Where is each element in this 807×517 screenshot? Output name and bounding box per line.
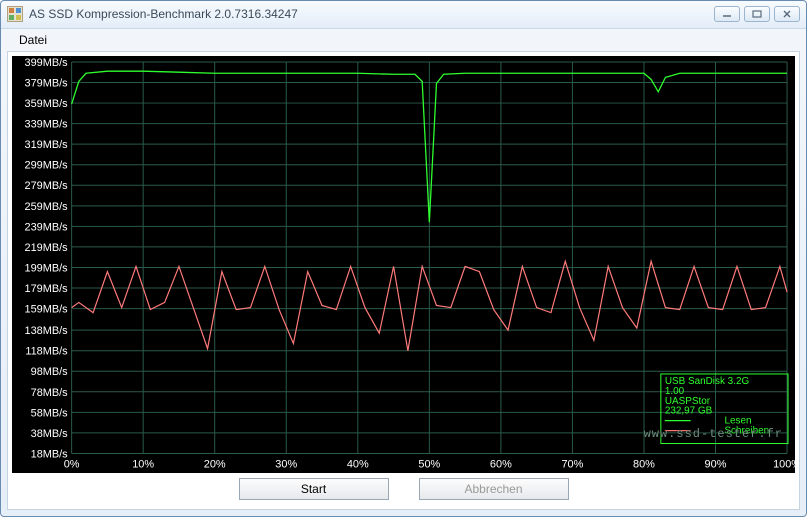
svg-text:10%: 10% (132, 458, 154, 470)
svg-text:40%: 40% (347, 458, 369, 470)
svg-text:Schreiben: Schreiben (724, 425, 769, 436)
menubar: Datei (1, 29, 806, 51)
svg-text:359MB/s: 359MB/s (25, 98, 69, 110)
titlebar: AS SSD Kompression-Benchmark 2.0.7316.34… (1, 1, 806, 29)
svg-text:239MB/s: 239MB/s (25, 221, 69, 233)
start-button[interactable]: Start (239, 478, 389, 500)
svg-text:30%: 30% (275, 458, 297, 470)
svg-text:339MB/s: 339MB/s (25, 118, 69, 130)
abort-button[interactable]: Abbrechen (419, 478, 569, 500)
svg-text:58MB/s: 58MB/s (31, 407, 69, 419)
svg-text:98MB/s: 98MB/s (31, 366, 69, 378)
svg-text:80%: 80% (633, 458, 655, 470)
svg-text:319MB/s: 319MB/s (25, 139, 69, 151)
window-controls (714, 6, 800, 22)
svg-text:219MB/s: 219MB/s (25, 242, 69, 254)
svg-text:279MB/s: 279MB/s (25, 180, 69, 192)
svg-text:399MB/s: 399MB/s (25, 57, 69, 69)
svg-text:179MB/s: 179MB/s (25, 283, 69, 295)
svg-text:199MB/s: 199MB/s (25, 262, 69, 274)
compression-chart: 399MB/s 379MB/s 359MB/s 339MB/s 319MB/s 299MB… (12, 56, 795, 473)
svg-text:0%: 0% (64, 458, 80, 470)
svg-text:159MB/s: 159MB/s (25, 303, 69, 315)
svg-text:379MB/s: 379MB/s (25, 77, 69, 89)
chart-area: 399MB/s 379MB/s 359MB/s 339MB/s 319MB/s 299MB… (12, 56, 795, 473)
svg-text:299MB/s: 299MB/s (25, 159, 69, 171)
svg-text:138MB/s: 138MB/s (25, 325, 69, 337)
close-button[interactable] (774, 6, 800, 22)
svg-text:60%: 60% (490, 458, 512, 470)
button-row: Start Abbrechen (12, 473, 795, 505)
menu-file[interactable]: Datei (11, 31, 55, 49)
svg-text:118MB/s: 118MB/s (25, 345, 68, 357)
svg-text:18MB/s: 18MB/s (31, 448, 69, 460)
svg-text:78MB/s: 78MB/s (31, 386, 69, 398)
maximize-button[interactable] (744, 6, 770, 22)
content-panel: 399MB/s 379MB/s 359MB/s 339MB/s 319MB/s 299MB… (7, 51, 800, 510)
svg-text:100%: 100% (773, 458, 795, 470)
svg-text:50%: 50% (418, 458, 440, 470)
app-window: AS SSD Kompression-Benchmark 2.0.7316.34… (0, 0, 807, 517)
svg-text:20%: 20% (204, 458, 226, 470)
svg-text:90%: 90% (705, 458, 727, 470)
app-icon (7, 6, 23, 22)
svg-text:259MB/s: 259MB/s (25, 200, 69, 212)
svg-text:38MB/s: 38MB/s (31, 428, 69, 440)
window-title: AS SSD Kompression-Benchmark 2.0.7316.34… (29, 7, 714, 21)
minimize-button[interactable] (714, 6, 740, 22)
svg-text:70%: 70% (561, 458, 583, 470)
svg-text:232,97 GB: 232,97 GB (665, 405, 713, 416)
